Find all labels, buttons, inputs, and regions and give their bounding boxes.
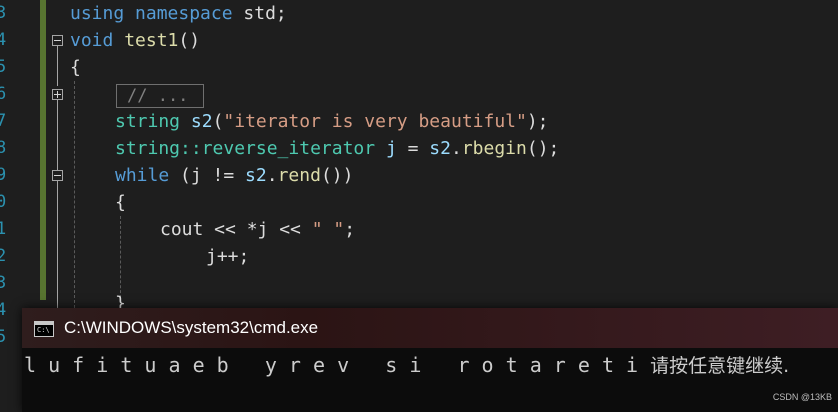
keyword: using	[70, 3, 125, 24]
change-tracking-bar	[40, 0, 46, 300]
string-literal: "iterator is very beautiful"	[223, 111, 527, 132]
expand-icon[interactable]	[52, 89, 63, 100]
collapse-icon[interactable]	[52, 35, 63, 46]
code-text: {	[115, 192, 126, 213]
code-line-increment[interactable]: j++;	[206, 243, 249, 270]
indent-guide	[74, 81, 75, 308]
code-line-iterator-decl[interactable]: string::reverse_iterator j = s2.rbegin()…	[115, 135, 559, 162]
code-text: (j !=	[169, 165, 246, 186]
line-number: 4	[0, 30, 7, 50]
code-text: ;	[344, 219, 356, 240]
output-text: l u f i t u a e b y r e v s i r o t a r …	[24, 353, 651, 377]
string-literal: " "	[311, 219, 345, 240]
code-line-while[interactable]: while (j != s2.rend())	[115, 162, 353, 189]
press-any-key-prompt: 请按任意键继续.	[650, 355, 790, 377]
line-number: 8	[0, 138, 7, 158]
code-text: {	[70, 57, 81, 78]
code-line-string-decl[interactable]: string s2("iterator is very beautiful");	[115, 108, 549, 135]
keyword: while	[115, 165, 170, 186]
line-number: 5	[0, 57, 7, 77]
code-text: ())	[320, 165, 354, 186]
variable-name: s2	[429, 138, 451, 159]
line-number: 3	[0, 3, 7, 23]
window-title: C:\WINDOWS\system32\cmd.exe	[64, 318, 319, 337]
code-line-cout[interactable]: cout << *j << " ";	[160, 216, 355, 243]
line-number: 5	[0, 327, 7, 347]
line-number: 9	[0, 165, 7, 185]
code-text: (	[212, 111, 224, 132]
code-line-inner-brace[interactable]: {	[115, 189, 126, 216]
method-name: rend	[277, 165, 321, 186]
code-text: .	[450, 138, 462, 159]
keyword: void	[70, 30, 114, 51]
collapsed-region[interactable]: // ...	[116, 84, 204, 108]
line-number: 3	[0, 273, 7, 293]
type-name: string	[115, 111, 181, 132]
console-window[interactable]: C:\ C:\WINDOWS\system32\cmd.exe l u f i …	[22, 308, 838, 412]
code-text: std;	[232, 3, 287, 24]
variable-name: j	[385, 138, 397, 159]
code-text: ()	[178, 30, 201, 51]
line-number: 6	[0, 84, 7, 104]
function-name: test1	[124, 30, 179, 51]
code-text: ();	[526, 138, 560, 159]
code-text: j++;	[206, 246, 250, 267]
code-text: );	[526, 111, 549, 132]
code-line-function[interactable]: void test1()	[70, 27, 200, 54]
console-titlebar[interactable]: C:\ C:\WINDOWS\system32\cmd.exe	[22, 308, 838, 348]
fold-line	[57, 46, 58, 86]
code-text: =	[396, 138, 430, 159]
collapse-icon[interactable]	[52, 170, 63, 181]
fold-line	[57, 100, 58, 170]
line-number: 0	[0, 192, 7, 212]
variable-name: s2	[245, 165, 267, 186]
line-number-gutter: 3 4 5 6 7 8 9 0 1 2 3 4 5	[0, 0, 14, 412]
method-name: rbegin	[461, 138, 527, 159]
type-name: string::reverse_iterator	[115, 138, 376, 159]
line-number: 4	[0, 300, 7, 320]
keyword: namespace	[135, 3, 233, 24]
console-output: l u f i t u a e b y r e v s i r o t a r …	[24, 352, 789, 379]
fold-line	[57, 181, 58, 308]
code-text: .	[266, 165, 278, 186]
watermark: CSDN @13KB	[772, 392, 832, 402]
line-number: 1	[0, 219, 7, 239]
cmd-icon: C:\	[34, 321, 54, 337]
line-number: 2	[0, 246, 7, 266]
variable-name: s2	[190, 111, 213, 132]
code-line-using[interactable]: using namespace std;	[70, 0, 287, 27]
code-line-open-brace[interactable]: {	[70, 54, 81, 81]
code-text: cout << *j <<	[160, 219, 312, 240]
line-number: 7	[0, 111, 7, 131]
